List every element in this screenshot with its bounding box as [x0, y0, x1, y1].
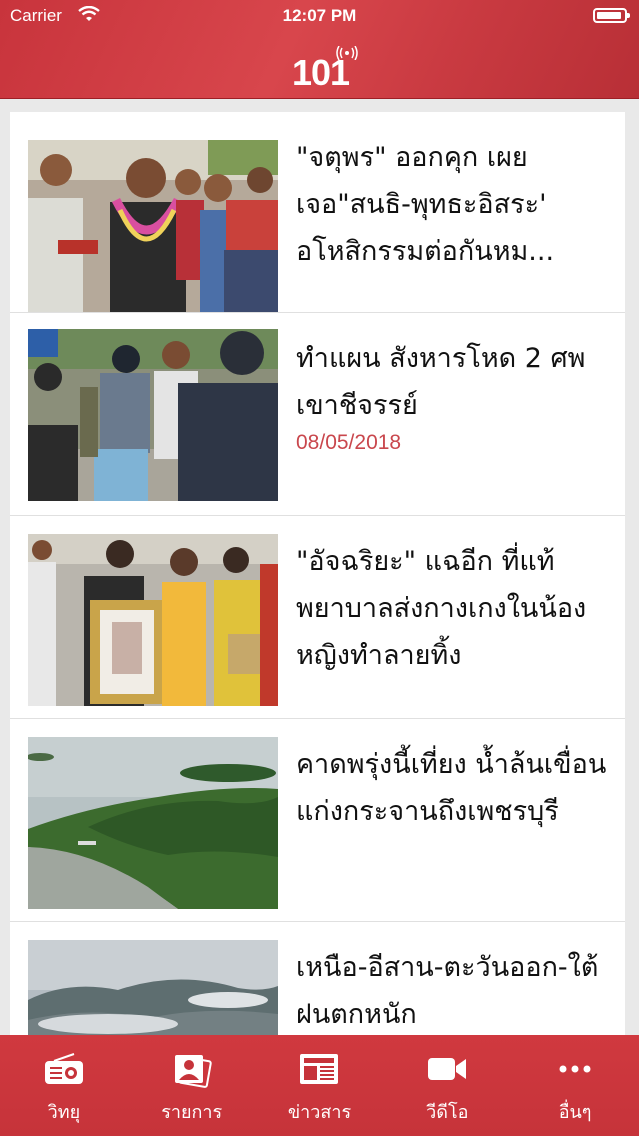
tab-video[interactable]: วีดีโอ	[383, 1035, 511, 1136]
news-title[interactable]: เหนือ-อีสาน-ตะวันออก-ใต้ ฝนตกหนัก	[296, 944, 614, 1036]
tab-more[interactable]: อื่นๆ	[511, 1035, 639, 1136]
tab-radio[interactable]: วิทยุ	[0, 1035, 128, 1136]
broadcast-icon	[336, 46, 358, 60]
news-title[interactable]: "จตุพร" ออกคุก เผยเจอ"สนธิ-พุทธะอิสระ' อ…	[296, 134, 614, 275]
news-item[interactable]: เหนือ-อีสาน-ตะวันออก-ใต้ ฝนตกหนัก	[10, 922, 625, 1036]
tab-news[interactable]: ข่าวสาร	[256, 1035, 384, 1136]
status-time: 12:07 PM	[282, 6, 357, 25]
tab-programs[interactable]: รายการ	[128, 1035, 256, 1136]
programs-icon	[174, 1055, 212, 1088]
tab-label: วีดีโอ	[426, 1102, 469, 1123]
app-header: Carrier 12:07 PM 101	[0, 0, 639, 99]
news-title[interactable]: คาดพรุ่งนี้เที่ยง น้ำล้นเขื่อนแก่งกระจาน…	[296, 741, 614, 835]
news-item[interactable]: ทำแผน สังหารโหด 2 ศพ เขาชีจรรย์ 08/05/20…	[10, 313, 625, 516]
tab-label: วิทยุ	[47, 1102, 81, 1123]
news-item[interactable]: "อัจฉริยะ" แฉอีก ที่แท้พยาบาลส่งกางเกงใน…	[10, 516, 625, 719]
newspaper-icon	[300, 1054, 339, 1084]
battery-icon	[593, 8, 630, 23]
bottom-tab-bar: วิทยุ รายการ ข่าวสาร วีดีโอ อื่นๆ	[0, 1035, 639, 1136]
tab-label: รายการ	[161, 1102, 223, 1123]
news-item[interactable]: "จตุพร" ออกคุก เผยเจอ"สนธิ-พุทธะอิสระ' อ…	[10, 112, 625, 313]
news-thumbnail[interactable]	[28, 940, 278, 1036]
video-icon	[428, 1058, 467, 1080]
news-title[interactable]: "อัจฉริยะ" แฉอีก ที่แท้พยาบาลส่งกางเกงใน…	[296, 538, 614, 679]
news-thumbnail[interactable]	[28, 534, 278, 706]
news-item[interactable]: คาดพรุ่งนี้เที่ยง น้ำล้นเขื่อนแก่งกระจาน…	[10, 719, 625, 922]
news-thumbnail[interactable]	[28, 140, 278, 312]
news-list: "จตุพร" ออกคุก เผยเจอ"สนธิ-พุทธะอิสระ' อ…	[10, 112, 625, 1036]
tab-label: ข่าวสาร	[287, 1102, 352, 1123]
radio-icon	[44, 1053, 83, 1084]
more-icon	[559, 1065, 591, 1073]
status-bar: Carrier 12:07 PM	[0, 0, 639, 34]
news-thumbnail[interactable]	[28, 329, 278, 501]
news-title[interactable]: ทำแผน สังหารโหด 2 ศพ เขาชีจรรย์	[296, 335, 614, 429]
tab-label: อื่นๆ	[558, 1102, 592, 1123]
news-date: 08/05/2018	[296, 431, 402, 454]
news-thumbnail[interactable]	[28, 737, 278, 909]
